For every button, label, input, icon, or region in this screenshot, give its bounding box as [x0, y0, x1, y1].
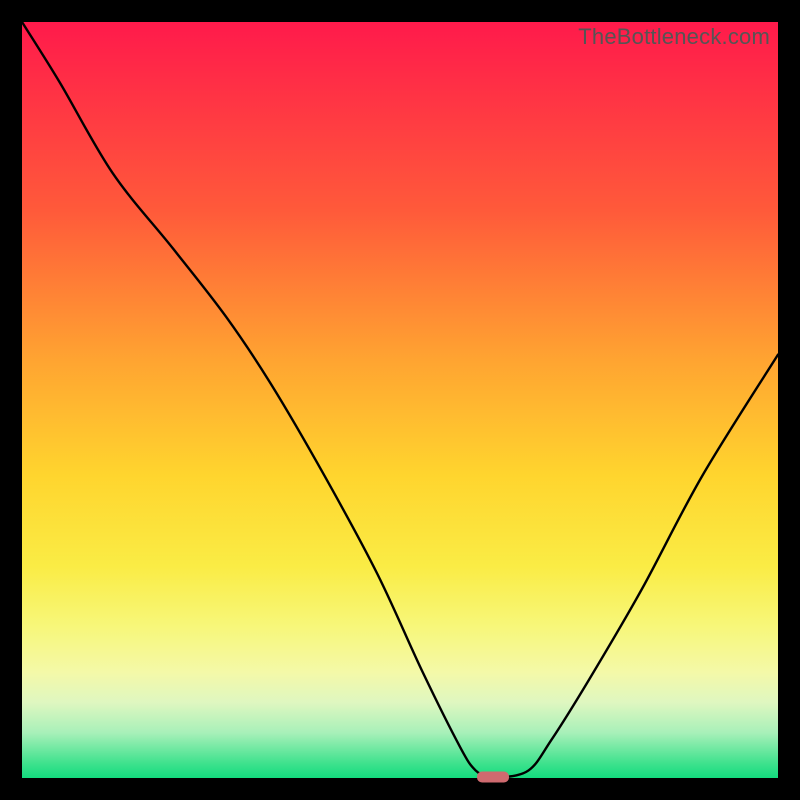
plot-area: TheBottleneck.com: [22, 22, 778, 778]
bottleneck-curve: [22, 22, 778, 779]
chart-frame: TheBottleneck.com: [0, 0, 800, 800]
bottleneck-curve-svg: [22, 22, 778, 778]
optimum-marker: [477, 772, 509, 783]
